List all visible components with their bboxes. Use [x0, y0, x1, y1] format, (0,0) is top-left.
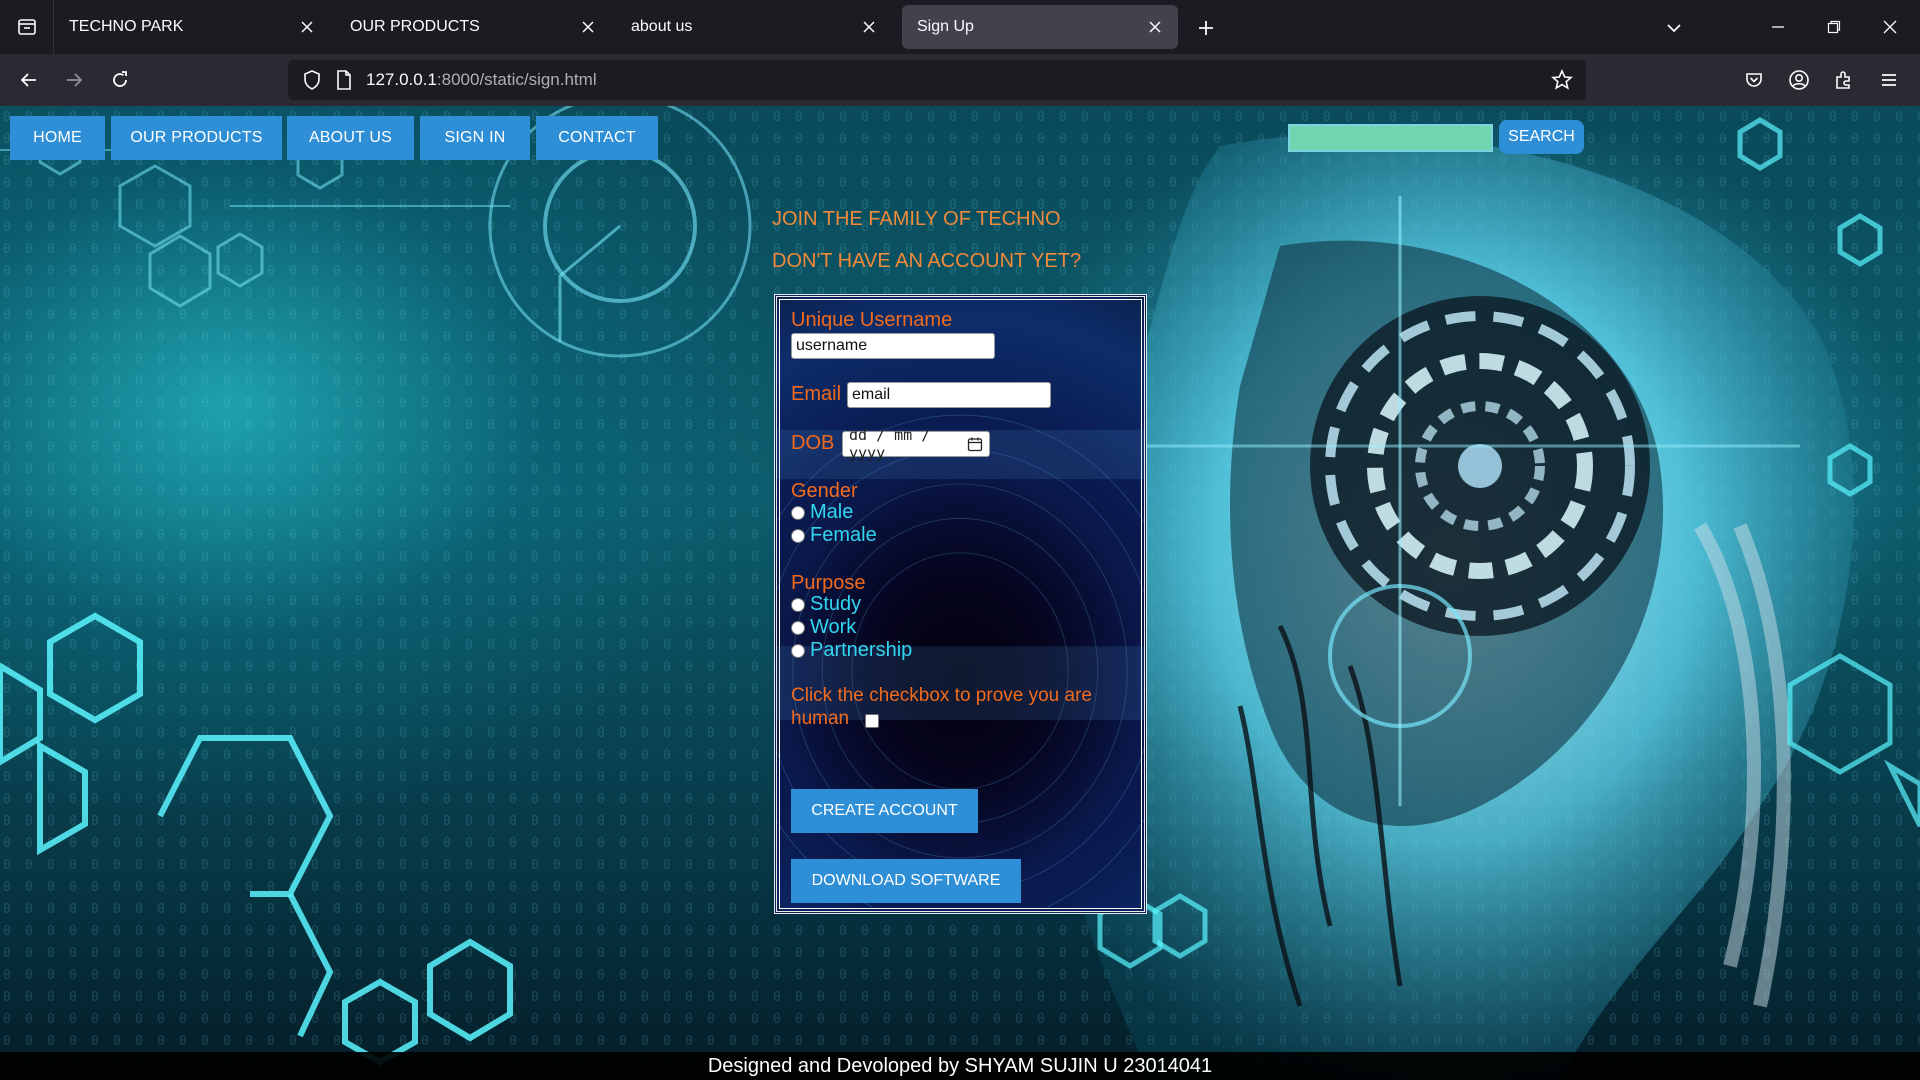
radio-label: Study: [810, 593, 862, 615]
signup-form: Unique Username Email DOB dd / mm / yyyy…: [774, 294, 1147, 914]
create-account-button[interactable]: CREATE ACCOUNT: [791, 789, 978, 833]
account-icon: [1789, 70, 1809, 90]
reload-icon: [113, 71, 127, 87]
puzzle-icon: [1836, 71, 1850, 89]
purpose-option-partnership[interactable]: Partnership: [791, 639, 912, 662]
purpose-option-study[interactable]: Study: [791, 593, 861, 616]
extensions-button[interactable]: [1826, 62, 1862, 98]
tab-title: TECHNO PARK: [69, 18, 184, 35]
radio-label: Female: [810, 524, 877, 546]
forward-button[interactable]: [56, 62, 92, 98]
pocket-button[interactable]: [1736, 62, 1772, 98]
human-check-label: Click the checkbox to prove you are: [791, 685, 1092, 706]
download-software-button[interactable]: DOWNLOAD SOFTWARE: [791, 859, 1021, 903]
close-icon[interactable]: [1144, 16, 1166, 38]
page-footer: Designed and Devoloped by SHYAM SUJIN U …: [0, 1052, 1920, 1080]
close-icon[interactable]: [577, 16, 599, 38]
nav-home[interactable]: HOME: [10, 116, 105, 160]
reload-button[interactable]: [102, 62, 138, 98]
browser-window: TECHNO PARK OUR PRODUCTS about us Sign U…: [0, 0, 1920, 1080]
close-icon[interactable]: [296, 16, 318, 38]
url-host: 127.0.0.1: [366, 70, 437, 89]
dob-placeholder: dd / mm / yyyy: [849, 426, 931, 462]
close-window-button[interactable]: [1862, 0, 1918, 54]
tab-title: Sign Up: [917, 18, 974, 35]
plus-icon: [1199, 21, 1213, 35]
calendar-icon[interactable]: [967, 436, 983, 452]
hamburger-menu-icon: [1882, 74, 1896, 86]
list-all-tabs-button[interactable]: [1656, 12, 1692, 44]
chevron-down-icon: [1667, 24, 1681, 33]
address-bar[interactable]: 127.0.0.1:8000/static/sign.html: [288, 60, 1586, 100]
back-button[interactable]: [11, 62, 47, 98]
minimize-icon: [1772, 26, 1784, 28]
radio-button[interactable]: [791, 505, 805, 520]
username-input[interactable]: [791, 333, 995, 359]
account-heading: DON'T HAVE AN ACCOUNT YET?: [772, 250, 1082, 272]
arrow-left-icon: [20, 73, 36, 87]
radio-button[interactable]: [791, 620, 805, 635]
purpose-label: Purpose: [791, 572, 866, 594]
tab-about-us[interactable]: about us: [616, 5, 892, 49]
radio-button[interactable]: [791, 597, 805, 612]
human-checkbox[interactable]: [865, 714, 879, 728]
username-label: Unique Username: [791, 309, 953, 331]
search-input[interactable]: [1288, 124, 1493, 152]
tab-list-button[interactable]: [0, 0, 54, 54]
page-viewport: 0: [0, 106, 1920, 1080]
shield-icon[interactable]: [300, 68, 324, 92]
url-path: :8000/static/sign.html: [436, 70, 597, 89]
email-input[interactable]: [847, 382, 1051, 408]
radio-button[interactable]: [791, 528, 805, 543]
page-icon[interactable]: [332, 68, 356, 92]
human-check-label-2: human: [791, 708, 850, 729]
radio-label: Male: [810, 501, 854, 523]
join-heading: JOIN THE FAMILY OF TECHNO: [772, 208, 1061, 230]
nav-sign-in[interactable]: SIGN IN: [420, 116, 530, 160]
minimize-button[interactable]: [1750, 0, 1806, 54]
close-icon: [1883, 20, 1897, 34]
radio-label: Work: [810, 616, 857, 638]
tab-title: about us: [631, 18, 693, 35]
radio-label: Partnership: [810, 639, 913, 661]
tab-our-products[interactable]: OUR PRODUCTS: [335, 5, 611, 49]
navigation-toolbar: 127.0.0.1:8000/static/sign.html: [0, 54, 1920, 106]
nav-about-us[interactable]: ABOUT US: [287, 116, 414, 160]
tab-title: OUR PRODUCTS: [350, 18, 480, 35]
account-button[interactable]: [1781, 62, 1817, 98]
tab-sign-up[interactable]: Sign Up: [902, 5, 1178, 49]
search-button[interactable]: SEARCH: [1499, 120, 1584, 154]
restore-icon: [1827, 20, 1841, 34]
bookmark-star-icon[interactable]: [1550, 68, 1574, 92]
tab-techno-park[interactable]: TECHNO PARK: [54, 5, 330, 49]
radio-button[interactable]: [791, 643, 805, 658]
gender-option-female[interactable]: Female: [791, 524, 877, 547]
close-icon[interactable]: [858, 16, 880, 38]
purpose-option-work[interactable]: Work: [791, 616, 856, 639]
tab-strip: TECHNO PARK OUR PRODUCTS about us Sign U…: [0, 0, 1920, 54]
dob-date-input[interactable]: dd / mm / yyyy: [842, 426, 990, 462]
gender-label: Gender: [791, 480, 858, 502]
pocket-icon: [1746, 73, 1762, 87]
url-text[interactable]: 127.0.0.1:8000/static/sign.html: [366, 70, 597, 90]
restore-button[interactable]: [1806, 0, 1862, 54]
nav-our-products[interactable]: OUR PRODUCTS: [111, 116, 282, 160]
nav-contact[interactable]: CONTACT: [536, 116, 658, 160]
tab-list-icon: [17, 19, 36, 35]
email-label: Email: [791, 383, 842, 405]
dob-label: DOB: [791, 432, 835, 454]
menu-button[interactable]: [1871, 62, 1907, 98]
arrow-right-icon: [67, 73, 83, 87]
gender-option-male[interactable]: Male: [791, 501, 853, 524]
new-tab-button[interactable]: [1190, 12, 1222, 44]
